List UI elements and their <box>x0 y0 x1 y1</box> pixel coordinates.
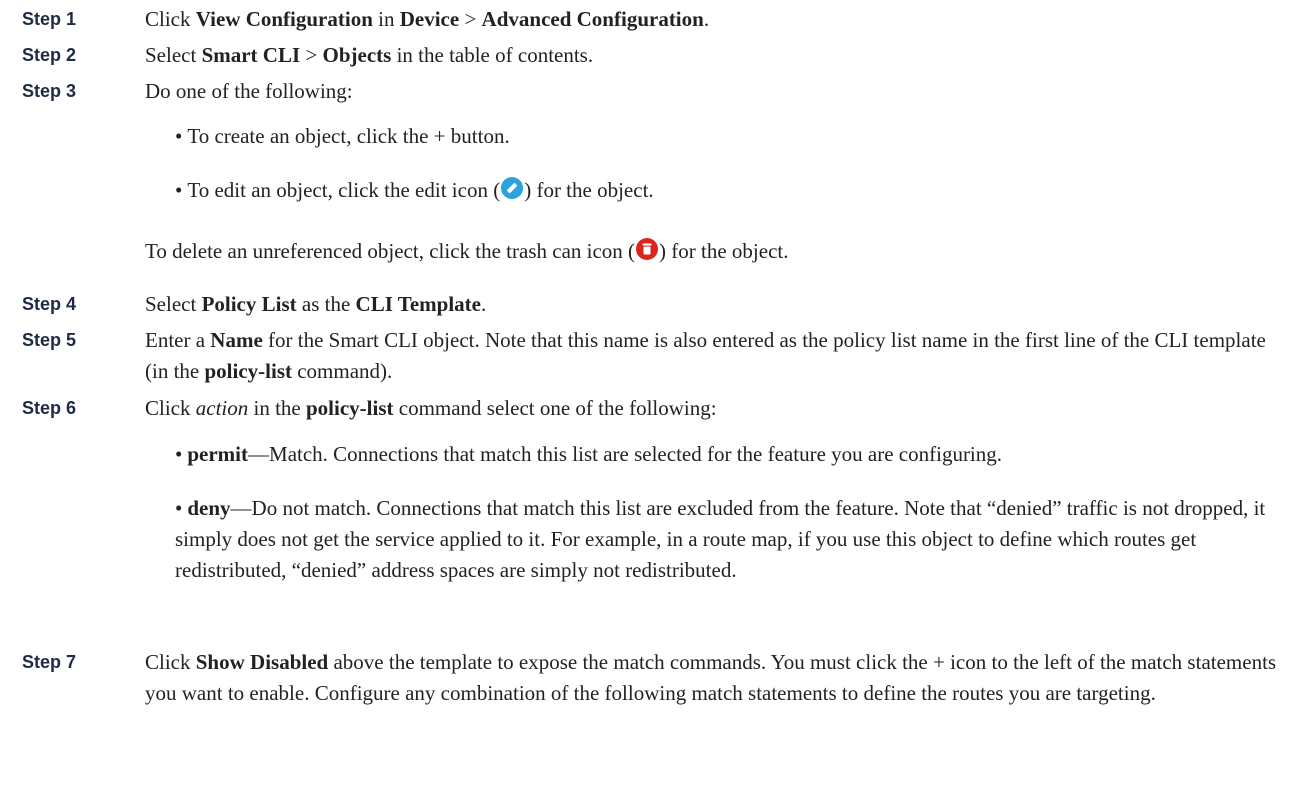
view-configuration-term: View Configuration <box>195 7 373 31</box>
step-2-text: Select Smart CLI > Objects in the table … <box>145 43 594 67</box>
advanced-configuration-term: Advanced Configuration <box>481 7 704 31</box>
list-item: • deny—Do not match. Connections that mat… <box>175 496 1266 582</box>
device-term: Device <box>399 7 460 31</box>
deny-term: deny <box>187 496 231 520</box>
step-6-text: Click action in the policy-list command … <box>145 396 717 420</box>
list-item: • To create an object, click the + button… <box>175 124 510 148</box>
step-2-label: Step 2 <box>22 45 77 65</box>
edit-icon <box>500 176 524 209</box>
list-item: • To edit an object, click the edit icon … <box>175 175 1284 209</box>
step-3-text: Do one of the following: <box>145 79 353 103</box>
show-disabled-term: Show Disabled <box>195 650 329 674</box>
step-7-label: Step 7 <box>22 652 77 672</box>
list-item: • permit—Match. Connections that match th… <box>175 442 1003 466</box>
policy-list-command-term: policy-list <box>306 396 394 420</box>
policy-list-command-term: policy-list <box>204 359 292 383</box>
cli-template-term: CLI Template <box>355 292 481 316</box>
permit-term: permit <box>187 442 249 466</box>
policy-list-term: Policy List <box>201 292 297 316</box>
name-term: Name <box>210 328 263 352</box>
action-term: action <box>195 396 249 420</box>
objects-term: Objects <box>322 43 392 67</box>
step-5-text: Enter a Name for the Smart CLI object. N… <box>145 328 1266 383</box>
step-5-label: Step 5 <box>22 330 77 350</box>
step-6-label: Step 6 <box>22 398 77 418</box>
step-7-text: Click Show Disabled above the template t… <box>145 650 1277 705</box>
step-4-label: Step 4 <box>22 294 77 314</box>
step-1-text: Click View Configuration in Device > Adv… <box>145 7 710 31</box>
step-4-text: Select Policy List as the CLI Template. <box>145 292 487 316</box>
step-3-label: Step 3 <box>22 81 77 101</box>
smart-cli-term: Smart CLI <box>201 43 301 67</box>
delete-note: To delete an unreferenced object, click … <box>145 236 1284 270</box>
trash-can-icon <box>635 237 659 270</box>
step-1-label: Step 1 <box>22 9 77 29</box>
